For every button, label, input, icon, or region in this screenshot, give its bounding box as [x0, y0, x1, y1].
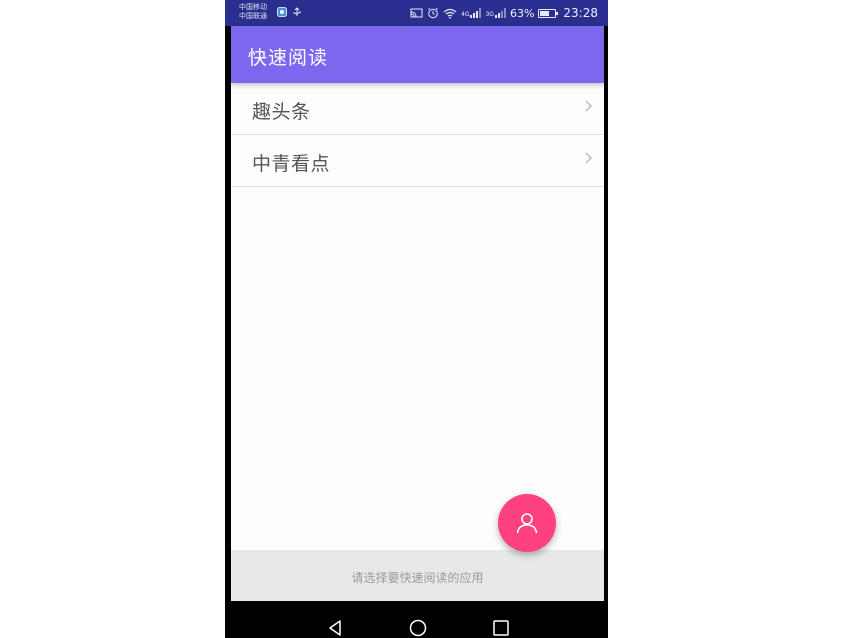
person-icon [516, 513, 538, 534]
signal-strength-icon [494, 8, 506, 18]
app-bar: 快速阅读 [231, 26, 604, 83]
main-content: 趣头条 中青看点 [231, 83, 604, 550]
list-item-qutoutiao[interactable]: 趣头条 [231, 83, 604, 135]
home-icon[interactable] [408, 618, 428, 638]
battery-fill [540, 10, 550, 16]
phone-screen: 中国移动 中国联通 4G 3G 63% 23:28 快速阅读 趣头条 中青看点 … [225, 0, 608, 638]
account-fab-button[interactable] [498, 494, 556, 552]
bottom-hint-banner: 请选择要快速阅读的应用 [231, 550, 604, 601]
carrier-1-label: 中国移动 [239, 3, 267, 11]
clock: 23:28 [563, 6, 598, 20]
carrier-2-label: 中国联通 [239, 12, 267, 20]
network-2-label: 3G [485, 11, 494, 18]
battery-icon [538, 8, 559, 18]
wifi-icon [443, 8, 457, 19]
back-icon[interactable] [326, 618, 346, 638]
signal-2-group: 3G [485, 8, 506, 18]
carrier-info: 中国移动 中国联通 [239, 3, 267, 21]
page-title: 快速阅读 [248, 47, 329, 69]
recents-icon[interactable] [491, 618, 511, 638]
signal-strength-icon [470, 8, 482, 18]
battery-percent: 63% [509, 6, 535, 20]
app-notification-icon [277, 7, 287, 17]
list-item-label: 趣头条 [252, 101, 311, 123]
system-nav-bar [225, 601, 608, 638]
usb-icon [293, 7, 301, 16]
notification-icons [277, 7, 302, 17]
status-right-group: 4G 3G 63% 23:28 [410, 6, 598, 20]
status-bar: 中国移动 中国联通 4G 3G 63% 23:28 [225, 0, 608, 26]
alarm-icon [428, 7, 438, 19]
cast-icon [410, 8, 423, 17]
chevron-right-icon [585, 152, 593, 164]
list-item-label: 中青看点 [252, 153, 331, 175]
chevron-right-icon [585, 100, 593, 112]
signal-1-group: 4G [461, 8, 482, 18]
network-1-label: 4G [461, 11, 470, 18]
hint-text: 请选择要快速阅读的应用 [351, 570, 484, 585]
list-item-zhongqingkandian[interactable]: 中青看点 [231, 135, 604, 187]
